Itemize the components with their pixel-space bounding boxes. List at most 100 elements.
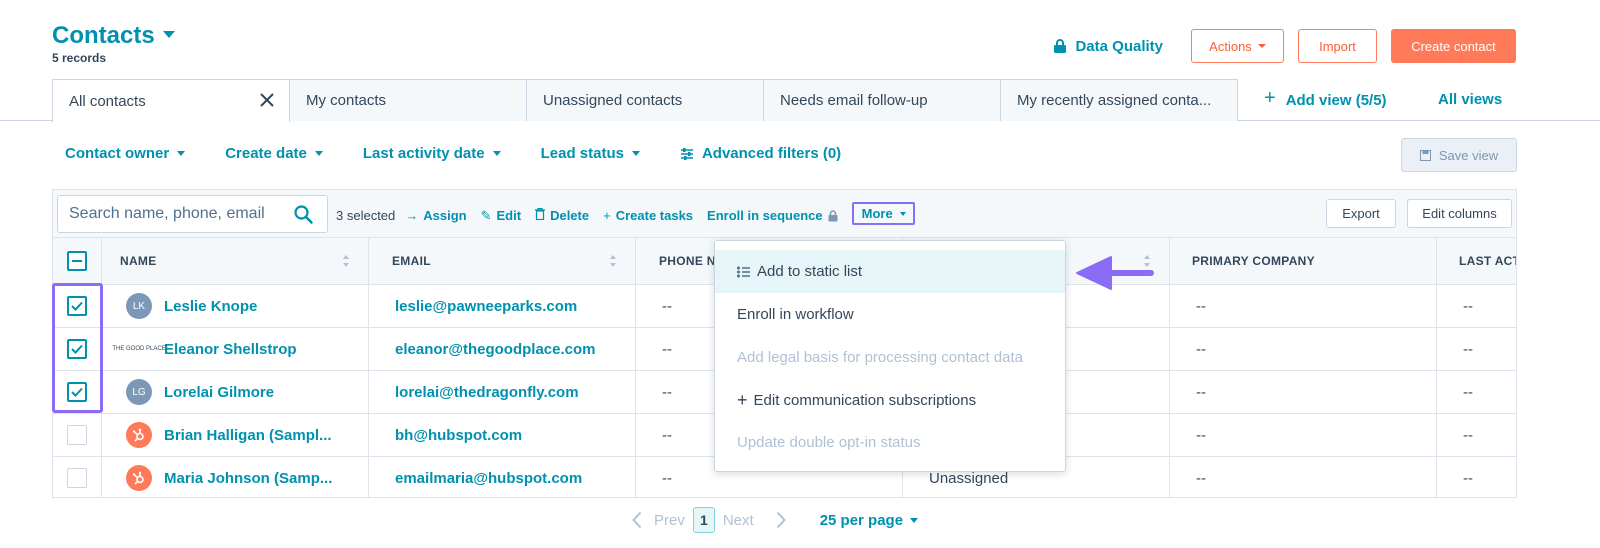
contact-name-link[interactable]: Eleanor Shellstrop <box>164 341 297 358</box>
assign-button[interactable]: → Assign <box>405 208 466 223</box>
sliders-icon <box>680 147 693 160</box>
create-tasks-button[interactable]: + Create tasks <box>603 208 693 223</box>
menu-item-edit-communication-subscriptions[interactable]: + Edit communication subscriptions <box>715 379 1065 422</box>
add-view-button[interactable]: + Add view (5/5) <box>1264 87 1387 112</box>
more-button[interactable]: More <box>851 202 915 225</box>
enroll-in-sequence-button[interactable]: Enroll in sequence <box>707 208 838 223</box>
tab-all-contacts[interactable]: All contacts <box>52 79 290 122</box>
company-cell: -- <box>1170 414 1437 456</box>
data-quality-link[interactable]: Data Quality <box>1053 38 1163 55</box>
email-link[interactable]: bh@hubspot.com <box>395 427 522 444</box>
row-checkbox[interactable] <box>67 296 87 316</box>
trash-icon <box>535 207 546 223</box>
page-number-button[interactable]: 1 <box>692 507 715 533</box>
column-header-name[interactable]: NAME <box>102 238 369 284</box>
menu-item-add-to-static-list[interactable]: Add to static list <box>715 250 1065 293</box>
caret-down-icon <box>492 151 501 156</box>
sort-icon[interactable] <box>342 254 350 268</box>
row-checkbox[interactable] <box>67 425 87 445</box>
annotation-arrow-icon <box>1076 256 1154 290</box>
caret-down-icon <box>631 151 640 156</box>
name-cell: LG Lorelai Gilmore <box>102 371 369 413</box>
plus-icon: + <box>1264 87 1276 109</box>
header-actions: Data Quality Actions Import Create conta… <box>1053 29 1516 63</box>
filter-lead-status[interactable]: Lead status <box>541 145 640 162</box>
email-link[interactable]: leslie@pawneeparks.com <box>395 298 577 315</box>
column-header-email[interactable]: EMAIL <box>369 238 636 284</box>
name-cell: THE GOOD PLACE Eleanor Shellstrop <box>102 328 369 370</box>
contact-name-link[interactable]: Leslie Knope <box>164 298 257 315</box>
contact-name-link[interactable]: Lorelai Gilmore <box>164 384 274 401</box>
search-box[interactable] <box>57 195 328 233</box>
column-header-last-activity[interactable]: LAST ACT <box>1437 238 1517 284</box>
lock-icon <box>1054 39 1067 53</box>
select-all-checkbox[interactable] <box>67 251 87 271</box>
page-title-dropdown[interactable]: Contacts <box>52 22 175 50</box>
tab-needs-email-follow-up[interactable]: Needs email follow-up <box>763 79 1001 121</box>
edit-label: Edit <box>496 208 522 223</box>
column-label: LAST ACT <box>1459 254 1517 268</box>
email-link[interactable]: lorelai@thedragonfly.com <box>395 384 579 401</box>
filter-last-activity-date[interactable]: Last activity date <box>363 145 501 162</box>
email-cell: emailmaria@hubspot.com <box>369 457 636 497</box>
advanced-filters-button[interactable]: Advanced filters (0) <box>680 145 841 162</box>
check-icon <box>71 301 83 311</box>
row-checkbox[interactable] <box>67 382 87 402</box>
tab-label: My recently assigned conta... <box>1017 92 1212 109</box>
save-icon <box>1419 149 1431 161</box>
contact-name-link[interactable]: Maria Johnson (Samp... <box>164 470 332 487</box>
row-checkbox[interactable] <box>67 468 87 488</box>
create-contact-button[interactable]: Create contact <box>1391 29 1516 63</box>
all-views-link[interactable]: All views <box>1438 91 1502 108</box>
save-view-button[interactable]: Save view <box>1401 138 1517 172</box>
tab-my-contacts[interactable]: My contacts <box>289 79 527 121</box>
tab-label: My contacts <box>306 92 387 109</box>
last-activity-cell: -- <box>1463 297 1473 315</box>
menu-item-label: Edit communication subscriptions <box>753 392 977 409</box>
edit-columns-button[interactable]: Edit columns <box>1407 199 1512 228</box>
filter-create-date[interactable]: Create date <box>225 145 323 162</box>
row-checkbox[interactable] <box>67 339 87 359</box>
actions-button[interactable]: Actions <box>1191 29 1284 63</box>
tab-unassigned-contacts[interactable]: Unassigned contacts <box>526 79 764 121</box>
chevron-down-icon <box>162 31 175 39</box>
delete-button[interactable]: Delete <box>535 207 589 223</box>
contact-name-link[interactable]: Brian Halligan (Sampl... <box>164 427 332 444</box>
the-good-place-logo: THE GOOD PLACE <box>112 336 166 362</box>
header-checkbox-cell <box>53 238 102 284</box>
email-cell: leslie@pawneeparks.com <box>369 285 636 327</box>
menu-item-update-double-opt-in: Update double opt-in status <box>715 421 1065 464</box>
next-button: Next <box>722 511 754 529</box>
close-icon[interactable] <box>259 92 275 112</box>
row-checkbox-cell <box>53 414 102 456</box>
menu-item-enroll-in-workflow[interactable]: Enroll in workflow <box>715 293 1065 336</box>
tab-label: Unassigned contacts <box>543 92 683 109</box>
email-cell: lorelai@thedragonfly.com <box>369 371 636 413</box>
menu-item-label: Add to static list <box>757 263 863 280</box>
search-input[interactable] <box>69 205 279 223</box>
caret-down-icon <box>899 211 906 216</box>
caret-down-icon <box>177 151 186 156</box>
tab-label: Needs email follow-up <box>780 92 928 109</box>
search-icon[interactable] <box>294 205 313 229</box>
edit-button[interactable]: ✎ Edit <box>481 208 521 224</box>
actions-label: Actions <box>1209 38 1252 54</box>
name-cell: Maria Johnson (Samp... <box>102 457 369 497</box>
email-link[interactable]: emailmaria@hubspot.com <box>395 470 582 487</box>
minus-icon <box>72 260 82 262</box>
column-label: PHONE N <box>659 254 716 268</box>
email-cell: eleanor@thegoodplace.com <box>369 328 636 370</box>
row-checkbox-cell <box>53 457 102 497</box>
caret-down-icon <box>314 151 323 156</box>
import-button[interactable]: Import <box>1298 29 1377 63</box>
column-header-primary-company[interactable]: PRIMARY COMPANY <box>1170 238 1437 284</box>
sort-icon[interactable] <box>609 254 617 268</box>
menu-item-label: Update double opt-in status <box>737 434 921 451</box>
email-link[interactable]: eleanor@thegoodplace.com <box>395 341 596 358</box>
per-page-dropdown[interactable]: 25 per page <box>820 512 919 529</box>
tab-recently-assigned[interactable]: My recently assigned conta... <box>1000 79 1238 121</box>
arrow-right-icon: → <box>405 208 419 223</box>
email-cell: bh@hubspot.com <box>369 414 636 456</box>
filter-contact-owner[interactable]: Contact owner <box>65 145 186 162</box>
export-button[interactable]: Export <box>1326 199 1396 228</box>
